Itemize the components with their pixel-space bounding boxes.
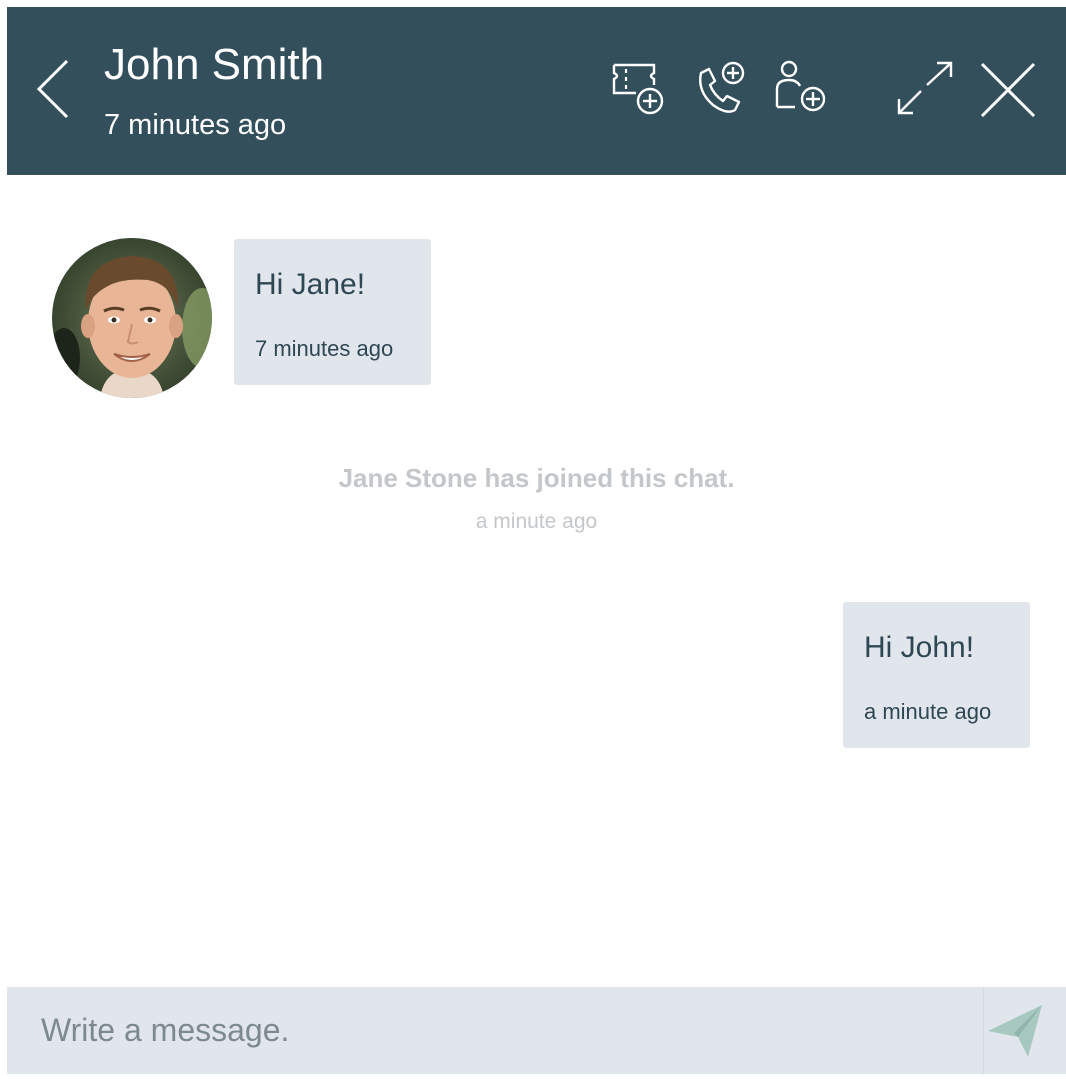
- phone-add-icon: [699, 61, 745, 113]
- message-bubble-outgoing: Hi John! a minute ago: [843, 602, 1030, 748]
- back-button[interactable]: [33, 55, 77, 123]
- add-participant-button[interactable]: [771, 59, 829, 119]
- contact-name: John Smith: [104, 40, 325, 89]
- add-user-icon: [775, 60, 826, 112]
- paper-plane-icon: [988, 1005, 1042, 1057]
- message-composer: [7, 987, 1066, 1074]
- avatar: [52, 238, 212, 398]
- close-icon: [980, 62, 1036, 118]
- message-bubble-incoming: Hi Jane! 7 minutes ago: [234, 239, 431, 385]
- send-button[interactable]: [983, 987, 1066, 1074]
- chevron-left-icon: [36, 59, 69, 119]
- chat-window: John Smith 7 minutes ago Hi Jane! 7 minu…: [7, 7, 1066, 1074]
- close-button[interactable]: [979, 61, 1037, 119]
- expand-button[interactable]: [893, 59, 955, 119]
- message-input[interactable]: [7, 987, 983, 1074]
- message-time: 7 minutes ago: [255, 336, 394, 361]
- chat-header: John Smith 7 minutes ago: [7, 7, 1066, 175]
- message-text: Hi John!: [864, 631, 975, 664]
- avatar-john-smith: [52, 238, 212, 398]
- create-ticket-icon: [612, 63, 664, 115]
- expand-icon: [897, 61, 953, 115]
- create-ticket-button[interactable]: [610, 59, 668, 119]
- last-activity-time: 7 minutes ago: [104, 109, 287, 141]
- start-call-button[interactable]: [691, 59, 749, 119]
- message-time: a minute ago: [864, 699, 992, 724]
- system-message: Jane Stone has joined this chat.: [338, 463, 735, 493]
- system-message-time: a minute ago: [475, 510, 598, 533]
- message-text: Hi Jane!: [255, 268, 366, 301]
